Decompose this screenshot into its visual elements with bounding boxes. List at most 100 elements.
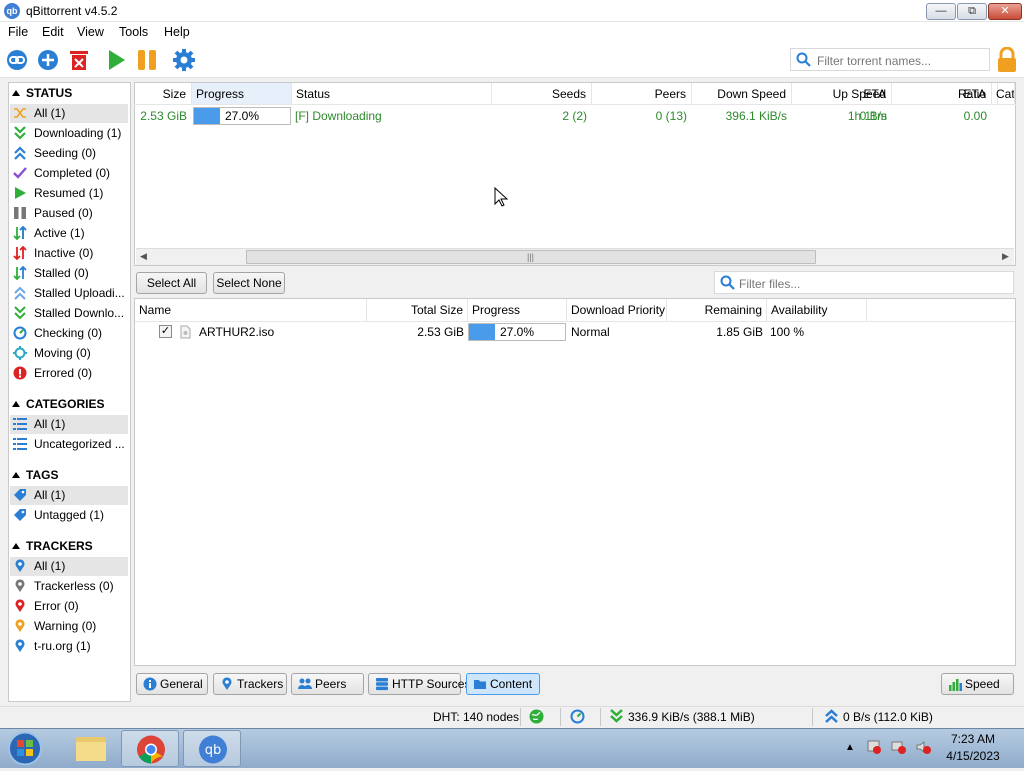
column-peers[interactable]: Peers	[592, 83, 692, 105]
sidebar-status-item-label: All (1)	[34, 106, 66, 120]
file-priority[interactable]: Normal	[571, 321, 610, 343]
categories-section-header[interactable]: CATEGORIES	[12, 397, 104, 411]
sidebar-category-item-1[interactable]: Uncategorized ...	[10, 435, 128, 454]
column-total-size[interactable]: Total Size	[367, 299, 468, 321]
files-filter-input[interactable]: Filter files...	[714, 271, 1014, 294]
tab-content[interactable]: Content	[466, 673, 540, 695]
select-none-button[interactable]: Select None	[213, 272, 285, 294]
sidebar-status-item-9[interactable]: Stalled Uploadi...	[10, 284, 128, 303]
menu-file[interactable]: File	[8, 25, 28, 39]
stalled-download-icon	[13, 306, 27, 320]
start-orb-icon[interactable]	[6, 730, 44, 767]
column-download-priority[interactable]: Download Priority	[567, 299, 667, 321]
scroll-right-arrow-icon[interactable]: ▶	[1002, 251, 1009, 262]
column-availability[interactable]: Availability	[767, 299, 867, 321]
menu-view[interactable]: View	[77, 25, 104, 39]
file-row[interactable]: ✓ ARTHUR2.iso 2.53 GiB 27.0% Normal 1.85…	[135, 321, 1015, 343]
error-icon	[13, 366, 27, 380]
chrome-icon[interactable]	[121, 730, 179, 767]
sidebar-status-item-13[interactable]: Errored (0)	[10, 364, 128, 383]
file-explorer-icon[interactable]	[62, 730, 120, 767]
options-gear-icon[interactable]	[172, 48, 196, 72]
torrent-seeds: 2 (2)	[562, 109, 587, 123]
sidebar-status-item-3[interactable]: Completed (0)	[10, 164, 128, 183]
tags-section-header[interactable]: TAGS	[12, 468, 58, 482]
file-checkbox[interactable]: ✓	[159, 325, 172, 338]
sidebar-tag-item-0[interactable]: All (1)	[10, 486, 128, 505]
collapse-arrow-icon[interactable]	[12, 401, 20, 407]
column-remaining[interactable]: Remaining	[667, 299, 767, 321]
pause-icon[interactable]	[135, 48, 159, 72]
dht-status: DHT: 140 nodes	[433, 710, 520, 724]
maximize-button[interactable]: ⧉	[957, 3, 987, 20]
checkmark-icon	[13, 166, 27, 180]
collapse-arrow-icon[interactable]	[12, 472, 20, 478]
tab-trackers[interactable]: Trackers	[213, 673, 287, 695]
menu-help[interactable]: Help	[164, 25, 190, 39]
connection-status-icon[interactable]	[529, 709, 544, 727]
sidebar-status-item-6[interactable]: Active (1)	[10, 224, 128, 243]
sidebar-category-item-0[interactable]: All (1)	[10, 415, 128, 434]
sidebar-status-item-5[interactable]: Paused (0)	[10, 204, 128, 223]
sidebar-status-item-label: Seeding (0)	[34, 146, 97, 160]
trackers-section-header[interactable]: TRACKERS	[12, 539, 93, 553]
qbittorrent-icon[interactable]: qb	[183, 730, 241, 767]
sidebar-tracker-item-0[interactable]: All (1)	[10, 557, 128, 576]
sidebar-status-item-1[interactable]: Downloading (1)	[10, 124, 128, 143]
column-ratio[interactable]: Ratio	[892, 83, 992, 105]
sidebar-status-item-2[interactable]: Seeding (0)	[10, 144, 128, 163]
speed-limit-icon[interactable]	[570, 709, 585, 727]
column-category[interactable]: Cat	[992, 83, 1015, 105]
sidebar-status-item-11[interactable]: Checking (0)	[10, 324, 128, 343]
tray-network-icon[interactable]	[891, 739, 907, 758]
collapse-arrow-icon[interactable]	[12, 543, 20, 549]
menu-tools[interactable]: Tools	[119, 25, 148, 39]
menu-edit[interactable]: Edit	[42, 25, 64, 39]
resume-icon[interactable]	[104, 48, 128, 72]
pin-icon	[13, 639, 27, 653]
sidebar-status-item-label: Moving (0)	[34, 346, 91, 360]
tab-http-sources[interactable]: HTTP Sources	[368, 673, 470, 695]
column-status[interactable]: Status	[292, 83, 492, 105]
tray-volume-icon[interactable]	[916, 739, 932, 758]
column-down-speed[interactable]: Down Speed	[692, 83, 792, 105]
show-hidden-icons-icon[interactable]: ▲	[845, 742, 855, 753]
sidebar-status-item-10[interactable]: Stalled Downlo...	[10, 304, 128, 323]
sidebar-status-item-4[interactable]: Resumed (1)	[10, 184, 128, 203]
torrent-filter-input[interactable]: Filter torrent names...	[790, 48, 990, 71]
column-eta-header[interactable]: ETA	[792, 83, 892, 105]
add-torrent-icon[interactable]	[36, 48, 60, 72]
sidebar-status-item-7[interactable]: Inactive (0)	[10, 244, 128, 263]
status-section-header[interactable]: STATUS	[12, 86, 72, 100]
pin-icon	[13, 619, 27, 633]
sidebar-tracker-item-3[interactable]: Warning (0)	[10, 617, 128, 636]
collapse-arrow-icon[interactable]	[12, 90, 20, 96]
tab-general[interactable]: General	[136, 673, 208, 695]
delete-icon[interactable]	[67, 48, 91, 72]
close-window-button[interactable]: ✕	[988, 3, 1022, 20]
select-all-button[interactable]: Select All	[136, 272, 207, 294]
title-bar[interactable]	[0, 0, 1024, 22]
system-clock[interactable]: 7:23 AM 4/15/2023	[945, 732, 1001, 763]
column-seeds[interactable]: Seeds	[492, 83, 592, 105]
sidebar-status-item-0[interactable]: All (1)	[10, 104, 128, 123]
sidebar-tracker-item-1[interactable]: Trackerless (0)	[10, 577, 128, 596]
sidebar-status-item-8[interactable]: Stalled (0)	[10, 264, 128, 283]
sidebar-tracker-item-4[interactable]: t-ru.org (1)	[10, 637, 128, 656]
column-size[interactable]: Size	[135, 83, 192, 105]
add-link-icon[interactable]	[5, 48, 29, 72]
lock-icon[interactable]	[997, 46, 1017, 73]
sidebar-tracker-item-2[interactable]: Error (0)	[10, 597, 128, 616]
speed-button[interactable]: Speed	[941, 673, 1014, 695]
column-progress[interactable]: Progress	[192, 83, 292, 105]
tab-peers[interactable]: Peers	[291, 673, 364, 695]
scroll-left-arrow-icon[interactable]: ◀	[140, 251, 147, 262]
sidebar-category-item-label: All (1)	[34, 417, 66, 431]
minimize-button[interactable]: —	[926, 3, 956, 20]
tray-flag-icon[interactable]	[866, 739, 882, 758]
column-name[interactable]: Name	[135, 299, 367, 321]
sidebar-tag-item-1[interactable]: Untagged (1)	[10, 506, 128, 525]
sidebar-status-item-12[interactable]: Moving (0)	[10, 344, 128, 363]
sidebar-tracker-item-label: Trackerless (0)	[34, 579, 114, 593]
column-file-progress[interactable]: Progress	[468, 299, 567, 321]
